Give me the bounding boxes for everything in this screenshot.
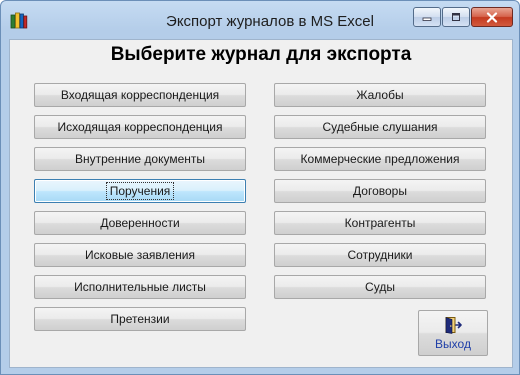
exit-button[interactable]: Выход <box>418 310 488 356</box>
page-heading: Выберите журнал для экспорта <box>110 44 412 65</box>
export-commercial-offers-button[interactable]: Коммерческие предложения <box>274 147 486 171</box>
export-courts-button[interactable]: Суды <box>274 275 486 299</box>
export-employees-button[interactable]: Сотрудники <box>274 243 486 267</box>
export-outgoing-correspondence-button[interactable]: Исходящая корреспонденция <box>34 115 246 139</box>
close-icon <box>486 11 498 23</box>
export-assignments-button[interactable]: Поручения <box>34 179 246 203</box>
export-counterparties-button[interactable]: Контрагенты <box>274 211 486 235</box>
maximize-button[interactable] <box>442 7 470 27</box>
export-incoming-correspondence-button[interactable]: Входящая корреспонденция <box>34 83 246 107</box>
client-area: Выберите журнал для экспорта Входящая ко… <box>9 39 513 368</box>
minimize-button[interactable] <box>413 7 441 27</box>
export-writs-of-execution-button[interactable]: Исполнительные листы <box>34 275 246 299</box>
export-internal-documents-button[interactable]: Внутренние документы <box>34 147 246 171</box>
exit-door-icon <box>445 316 462 334</box>
exit-button-label: Выход <box>435 336 471 351</box>
export-lawsuits-button[interactable]: Исковые заявления <box>34 243 246 267</box>
export-complaints-button[interactable]: Жалобы <box>274 83 486 107</box>
minimize-icon <box>422 17 432 21</box>
title-bar[interactable]: Экспорт журналов в MS Excel <box>1 1 519 39</box>
export-contracts-button[interactable]: Договоры <box>274 179 486 203</box>
close-button[interactable] <box>471 7 513 27</box>
export-claims-button[interactable]: Претензии <box>34 307 246 331</box>
app-window: Экспорт журналов в MS Excel Выберите жур… <box>0 0 520 375</box>
export-powers-of-attorney-button[interactable]: Доверенности <box>34 211 246 235</box>
maximize-icon <box>452 13 460 21</box>
export-court-hearings-button[interactable]: Судебные слушания <box>274 115 486 139</box>
